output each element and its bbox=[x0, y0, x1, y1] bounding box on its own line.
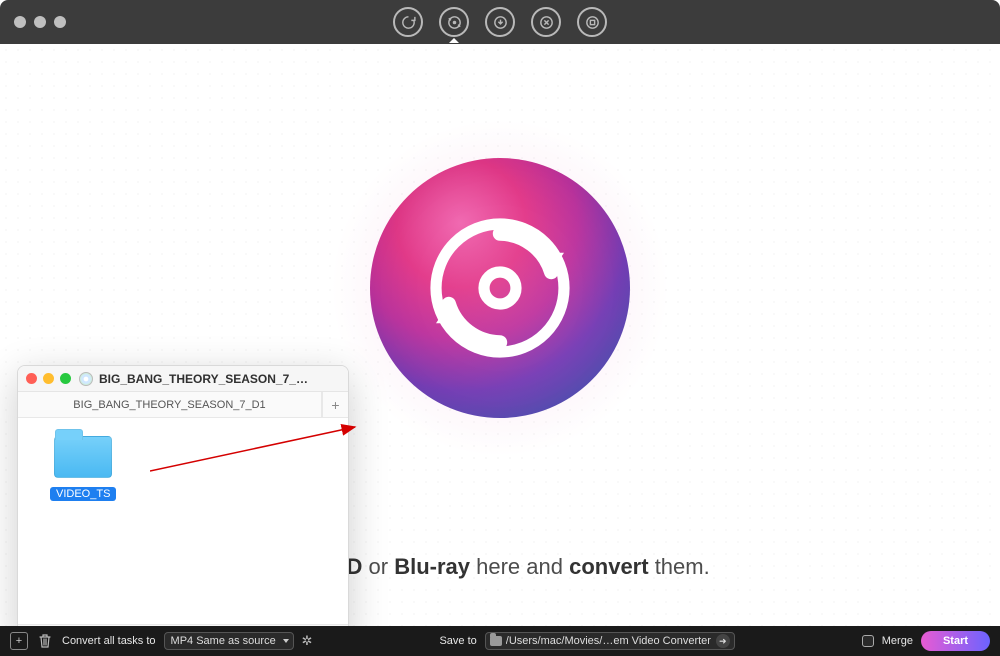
bottom-toolbar: + Convert all tasks to MP4 Same as sourc… bbox=[0, 626, 1000, 656]
close-window-button[interactable] bbox=[14, 16, 26, 28]
dropzone-area[interactable]: ur DVD or Blu-ray here and convert them.… bbox=[0, 44, 1000, 626]
trash-icon bbox=[38, 633, 52, 649]
merge-checkbox[interactable] bbox=[862, 635, 874, 647]
folder-icon bbox=[54, 436, 112, 478]
convert-all-label: Convert all tasks to bbox=[62, 635, 156, 647]
convert-cycle-icon bbox=[420, 208, 580, 368]
hint-bluray: Blu-ray bbox=[394, 554, 470, 579]
finder-body[interactable]: VIDEO_TS bbox=[18, 418, 348, 624]
mode-toolbar bbox=[393, 7, 607, 37]
arrow-right-icon: ➜ bbox=[719, 636, 727, 647]
dropzone-hint: ur DVD or Blu-ray here and convert them. bbox=[290, 554, 709, 580]
disc-icon bbox=[79, 372, 93, 386]
finder-tabbar: BIG_BANG_THEORY_SEASON_7_D1 + bbox=[18, 392, 348, 418]
finder-window[interactable]: BIG_BANG_THEORY_SEASON_7_… BIG_BANG_THEO… bbox=[17, 365, 349, 647]
folder-item-video-ts[interactable]: VIDEO_TS bbox=[50, 436, 116, 502]
finder-minimize-button[interactable] bbox=[43, 373, 54, 384]
burn-mode-icon[interactable] bbox=[531, 7, 561, 37]
merge-label: Merge bbox=[882, 635, 913, 647]
download-mode-icon[interactable] bbox=[485, 7, 515, 37]
output-format-select[interactable]: MP4 Same as source bbox=[164, 632, 294, 650]
finder-title: BIG_BANG_THEORY_SEASON_7_… bbox=[79, 372, 308, 386]
app-titlebar bbox=[0, 0, 1000, 44]
minimize-window-button[interactable] bbox=[34, 16, 46, 28]
finder-tab[interactable]: BIG_BANG_THEORY_SEASON_7_D1 bbox=[18, 392, 322, 417]
maximize-window-button[interactable] bbox=[54, 16, 66, 28]
dropzone-art bbox=[370, 158, 630, 418]
add-task-button[interactable]: + bbox=[10, 632, 28, 650]
folder-label: VIDEO_TS bbox=[50, 487, 116, 501]
open-folder-button[interactable]: ➜ bbox=[716, 634, 730, 648]
convert-mode-icon[interactable] bbox=[393, 7, 423, 37]
window-controls bbox=[14, 16, 66, 28]
format-settings-button[interactable]: ✲ bbox=[302, 633, 313, 649]
folder-icon bbox=[490, 636, 502, 646]
toolbox-mode-icon[interactable] bbox=[577, 7, 607, 37]
save-path-field[interactable]: /Users/mac/Movies/…em Video Converter ➜ bbox=[485, 632, 735, 650]
finder-window-controls bbox=[26, 373, 71, 384]
disc-mode-icon[interactable] bbox=[439, 7, 469, 37]
plus-icon: + bbox=[331, 397, 339, 413]
delete-task-button[interactable] bbox=[36, 632, 54, 650]
hint-convert: convert bbox=[569, 554, 648, 579]
save-path-text: /Users/mac/Movies/…em Video Converter bbox=[506, 635, 712, 647]
finder-title-text: BIG_BANG_THEORY_SEASON_7_… bbox=[99, 372, 308, 386]
finder-new-tab-button[interactable]: + bbox=[322, 392, 348, 417]
finder-maximize-button[interactable] bbox=[60, 373, 71, 384]
save-to-label: Save to bbox=[439, 635, 476, 647]
start-button[interactable]: Start bbox=[921, 631, 990, 651]
plus-icon: + bbox=[16, 635, 22, 647]
finder-close-button[interactable] bbox=[26, 373, 37, 384]
finder-titlebar[interactable]: BIG_BANG_THEORY_SEASON_7_… bbox=[18, 366, 348, 392]
